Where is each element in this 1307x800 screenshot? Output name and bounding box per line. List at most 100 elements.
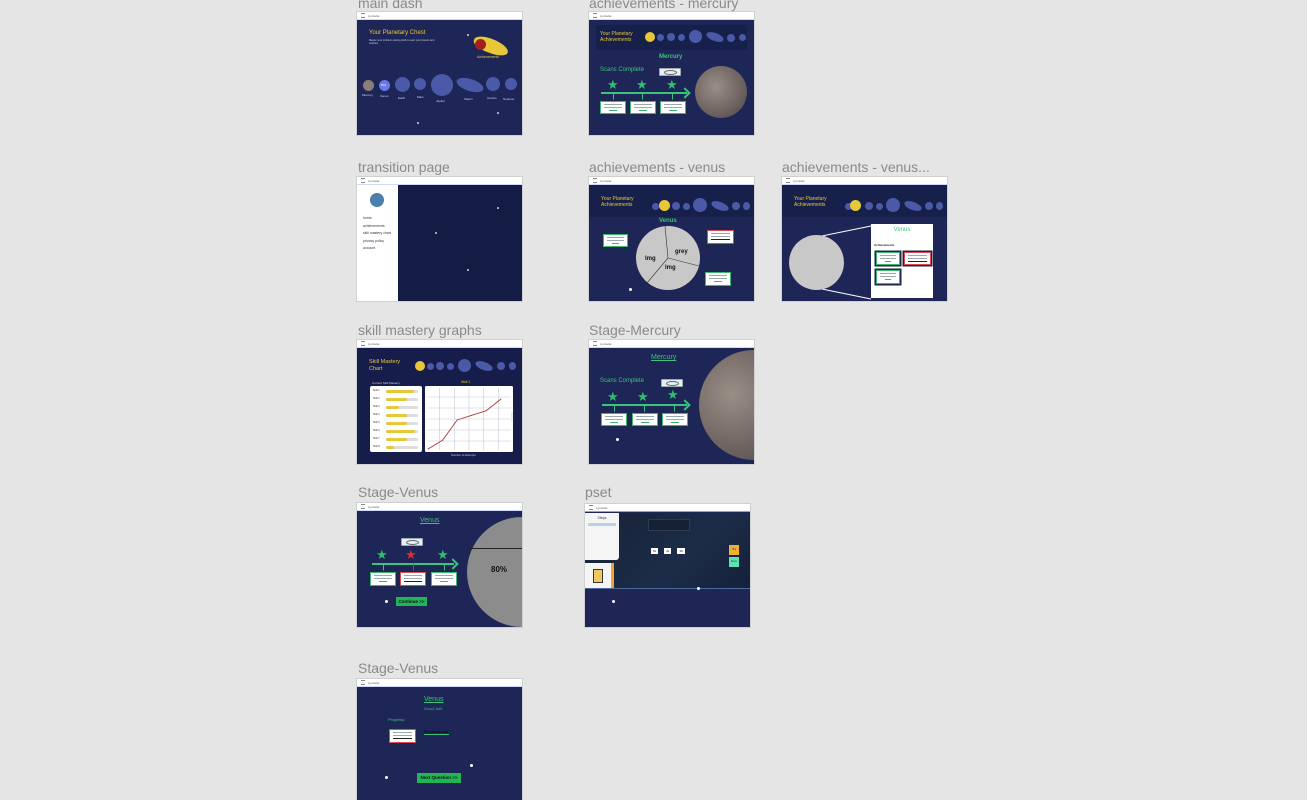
equation-term[interactable]: 4x [664,548,672,554]
frame-label-achievements-venus[interactable]: achievements - venus [589,159,725,175]
planet-label: Mercury [362,93,373,97]
skill-row[interactable]: Skill 6 [373,429,419,434]
frame-achievements-mercury[interactable]: Lynnette Your Planetary Achievements Merc… [589,12,754,135]
nav-achievements[interactable]: achievements [363,223,391,231]
planet[interactable] [427,363,434,370]
planet-jupiter[interactable] [431,74,453,96]
frame-label-skill-mastery-graphs[interactable]: skill mastery graphs [358,322,482,338]
avatar[interactable] [370,193,384,207]
planet[interactable] [436,362,444,370]
planet-mercury-selected[interactable] [645,32,655,42]
frame-pset[interactable]: Lynnette Steps 5x 4x 10 Hint Done [585,504,750,627]
achievement-card[interactable] [600,101,626,114]
equation-term[interactable]: 5x [651,548,659,554]
planet[interactable] [474,359,494,373]
skill-row[interactable]: Skill 2 [373,397,419,402]
achievement-card-current[interactable] [707,230,734,244]
skill-row[interactable]: Skill 3 [373,405,419,410]
skill-row[interactable]: Skill 7 [373,437,419,442]
nav-privacy-policy[interactable]: privacy policy [363,238,391,246]
frame-achievements-venus-2[interactable]: Lynnette Your Planetary Achievements Venu… [782,177,947,301]
frame-label-stage-mercury[interactable]: Stage-Mercury [589,322,681,338]
frame-label-achievements-mercury[interactable]: achievements - mercury [589,0,738,11]
achievement-card[interactable] [876,270,900,284]
menu-icon [361,680,365,685]
step-row[interactable] [588,523,616,526]
continue-button[interactable]: Continue >> [396,597,427,606]
achievement-card-current[interactable] [389,729,416,743]
frame-label-achievements-venus-2[interactable]: achievements - venus... [782,159,930,175]
planet[interactable] [865,202,873,210]
planet-earth[interactable] [395,77,410,92]
achievement-card[interactable] [632,413,658,426]
planet-saturn[interactable] [454,74,486,96]
frame-skill-mastery-graphs[interactable]: Lynnette Skill Mastery Chart Current Skil… [357,340,522,464]
planet-uranus[interactable] [486,77,500,91]
planet[interactable] [886,198,900,212]
achievement-card[interactable] [705,272,731,286]
achievement-card[interactable] [601,413,627,426]
achievements-label[interactable]: Achievements [477,55,499,59]
planet-mars[interactable] [414,78,426,90]
hint-button[interactable]: Hint [729,545,739,555]
planet-mercury[interactable] [363,80,374,91]
planet[interactable] [652,203,659,210]
achievement-card[interactable] [431,572,457,586]
equation-term[interactable]: 10 [677,548,685,554]
planet[interactable] [743,202,750,210]
planet[interactable] [657,34,664,41]
menu-icon [361,13,365,18]
frame-label-main-dash[interactable]: main dash [358,0,423,11]
planet[interactable] [689,30,702,43]
achievement-card-current[interactable] [904,252,931,265]
divider [585,588,750,589]
frame-stage-mercury[interactable]: Lynnette Mercury Scans Complete ★ ★ ★ [589,340,754,464]
planet[interactable] [683,203,690,210]
planet[interactable] [925,202,933,210]
skill-row[interactable]: Skill 1 [373,389,419,394]
skill-row[interactable]: Skill 8 [373,445,419,450]
frame-achievements-venus[interactable]: Lynnette Your Planetary Achievements Venu… [589,177,754,301]
planet[interactable] [497,362,505,370]
frame-stage-venus-2[interactable]: Lynnette Venus Good Job! Progress: Progr… [357,679,522,800]
next-question-button[interactable]: Next Question >> [417,773,461,783]
done-button[interactable]: Done [729,557,739,567]
planet[interactable] [732,202,740,210]
achievement-card[interactable] [660,101,686,114]
frame-stage-venus[interactable]: Lynnette Venus ★ ★ ★ Continue >> 80% [357,503,522,627]
planet[interactable] [509,362,516,370]
achievement-card[interactable] [876,252,900,265]
planet[interactable] [876,203,883,210]
planet[interactable] [936,202,943,210]
planet-neptune[interactable] [505,78,517,90]
achievement-card[interactable] [603,234,628,247]
titlebar: Lynnette [357,679,522,687]
planet[interactable] [693,198,707,212]
frame-transition-page[interactable]: Lynnette home achievements skill mastery… [357,177,522,301]
star [612,600,615,603]
planet[interactable] [739,34,746,41]
achievement-card[interactable] [630,101,656,114]
planet[interactable] [667,33,675,41]
planet[interactable] [458,359,471,372]
planet[interactable] [447,363,454,370]
frame-label-stage-venus[interactable]: Stage-Venus [358,484,438,500]
nav-account[interactable]: account [363,245,391,253]
frame-label-transition-page[interactable]: transition page [358,159,450,175]
skill-row[interactable]: Skill 5 [373,421,419,426]
planet[interactable] [678,34,685,41]
planet-venus-selected[interactable] [659,200,670,211]
skill-row[interactable]: Skill 4 [373,413,419,418]
planet-selected[interactable] [415,361,425,371]
frame-main-dash[interactable]: Lynnette Your Planetary Chest Master you… [357,12,522,135]
planet[interactable] [727,34,735,42]
achievement-card-current[interactable] [400,572,426,586]
planet[interactable] [672,202,680,210]
planet-venus-selected[interactable] [850,200,861,211]
nav-home[interactable]: home [363,215,391,223]
achievement-card[interactable] [370,572,396,586]
frame-label-stage-venus-2[interactable]: Stage-Venus [358,660,438,676]
frame-label-pset[interactable]: pset [585,484,611,500]
achievement-card[interactable] [662,413,688,426]
nav-skill-mastery-chart[interactable]: skill mastery chart [363,230,391,238]
